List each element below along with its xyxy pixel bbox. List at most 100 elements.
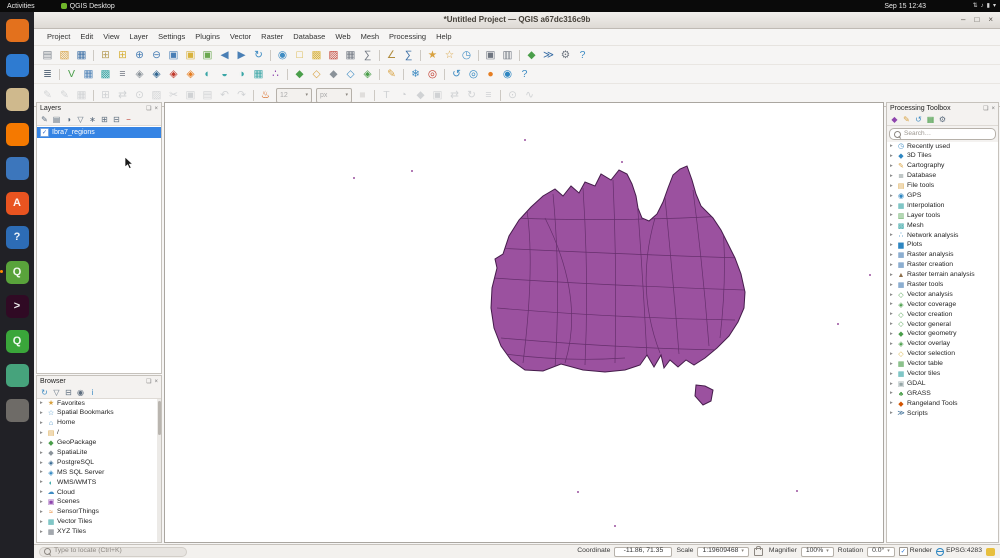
expander-icon[interactable]: ▸ bbox=[890, 263, 895, 269]
toolbox-group-vector-overlay[interactable]: ▸◈Vector overlay bbox=[887, 340, 998, 350]
browser-scrollbar[interactable] bbox=[157, 399, 161, 542]
toolbox-group-recently-used[interactable]: ▸◷Recently used bbox=[887, 142, 998, 152]
minimize-button[interactable]: – bbox=[961, 16, 965, 24]
plugin-python-icon[interactable]: ◉ bbox=[499, 67, 516, 82]
toolbox-group-database[interactable]: ▸≣Database bbox=[887, 172, 998, 182]
focused-app-indicator[interactable]: QGIS Desktop bbox=[61, 3, 115, 10]
expander-icon[interactable]: ▸ bbox=[40, 530, 45, 536]
menu-raster[interactable]: Raster bbox=[256, 31, 288, 43]
expander-icon[interactable]: ▸ bbox=[890, 322, 895, 328]
expander-icon[interactable]: ▸ bbox=[890, 352, 895, 358]
magnifier-spinbox[interactable]: 100% ▾ bbox=[801, 547, 834, 557]
expander-icon[interactable]: ▸ bbox=[890, 194, 895, 200]
close-panel-icon[interactable]: × bbox=[154, 106, 158, 112]
new-shapefile-layer-icon[interactable]: ◇ bbox=[308, 67, 325, 82]
close-panel-icon[interactable]: × bbox=[154, 379, 158, 385]
toolbox-group-raster-creation[interactable]: ▸▦Raster creation bbox=[887, 261, 998, 271]
toolbox-group-mesh[interactable]: ▸▩Mesh bbox=[887, 221, 998, 231]
deselect-features-icon[interactable]: ▨ bbox=[325, 48, 342, 63]
font-unit-combo[interactable]: px▾ bbox=[316, 88, 352, 103]
toolbox-group-scripts[interactable]: ▸≫Scripts bbox=[887, 409, 998, 419]
toolbox-group-3d-tiles[interactable]: ▸◆3D Tiles bbox=[887, 152, 998, 162]
browser-info-icon[interactable]: i bbox=[87, 388, 98, 398]
toolbox-group-cartography[interactable]: ▸✎Cartography bbox=[887, 162, 998, 172]
toolbox-group-network-analysis[interactable]: ▸∴Network analysis bbox=[887, 231, 998, 241]
toolbox-group-vector-tiles[interactable]: ▸▦Vector tiles bbox=[887, 369, 998, 379]
plugin-manager-icon[interactable]: ◆ bbox=[523, 48, 540, 63]
project-new-icon[interactable]: ▤ bbox=[39, 48, 56, 63]
tracing-toggle-icon[interactable]: ∿ bbox=[521, 88, 538, 103]
settings-icon[interactable] bbox=[6, 399, 29, 422]
save-edits-icon[interactable]: ▦ bbox=[73, 88, 90, 103]
help-contents-icon[interactable]: ? bbox=[574, 48, 591, 63]
browser-item-item[interactable]: ▸▤/ bbox=[37, 429, 161, 439]
toolbox-options-icon[interactable]: ⚙ bbox=[937, 115, 948, 125]
lock-scale-icon[interactable] bbox=[754, 548, 763, 556]
expander-icon[interactable]: ▸ bbox=[890, 144, 895, 150]
toggle-editing-icon[interactable]: ✎ bbox=[56, 88, 73, 103]
collapse-all-icon[interactable]: ⊟ bbox=[111, 115, 122, 125]
crs-indicator[interactable]: EPSG:4283 bbox=[936, 548, 982, 556]
project-open-icon[interactable]: ▧ bbox=[56, 48, 73, 63]
toolbox-results-viewer-icon[interactable]: ▦ bbox=[925, 115, 936, 125]
expander-icon[interactable]: ▸ bbox=[40, 431, 45, 437]
expander-icon[interactable]: ▸ bbox=[890, 223, 895, 229]
undock-panel-icon[interactable]: ❏ bbox=[146, 106, 151, 112]
toolbox-search-input[interactable]: Search… bbox=[889, 128, 996, 140]
menu-vector[interactable]: Vector bbox=[225, 31, 256, 43]
expander-icon[interactable]: ▸ bbox=[890, 362, 895, 368]
expander-icon[interactable]: ▸ bbox=[890, 312, 895, 318]
menu-settings[interactable]: Settings bbox=[153, 31, 190, 43]
expander-icon[interactable]: ▸ bbox=[890, 253, 895, 259]
activities-button[interactable]: Activities bbox=[7, 3, 35, 10]
close-panel-icon[interactable]: × bbox=[991, 106, 995, 112]
ubuntu-software-icon[interactable]: A bbox=[6, 192, 29, 215]
expander-icon[interactable]: ▸ bbox=[890, 293, 895, 299]
data-source-manager-icon[interactable]: ≣ bbox=[39, 67, 56, 82]
field-calculator-icon[interactable]: ∑ bbox=[359, 48, 376, 63]
browser-properties-icon[interactable]: ◉ bbox=[75, 388, 86, 398]
map-canvas[interactable] bbox=[164, 102, 884, 543]
expand-all-icon[interactable]: ⊞ bbox=[99, 115, 110, 125]
add-group-icon[interactable]: ▤ bbox=[51, 115, 62, 125]
toolbox-group-grass[interactable]: ▸♣GRASS bbox=[887, 389, 998, 399]
copy-features-icon[interactable]: ▣ bbox=[182, 88, 199, 103]
browser-item-home[interactable]: ▸⌂Home bbox=[37, 419, 161, 429]
pin-labels-icon[interactable]: ◆ bbox=[412, 88, 429, 103]
processing-history-icon[interactable]: ↺ bbox=[448, 67, 465, 82]
expander-icon[interactable]: ▸ bbox=[890, 342, 895, 348]
temporal-controller-icon[interactable]: ◷ bbox=[458, 48, 475, 63]
new-bookmark-icon[interactable]: ★ bbox=[424, 48, 441, 63]
zoom-in-icon[interactable]: ⊕ bbox=[131, 48, 148, 63]
browser-item-scenes[interactable]: ▸▣Scenes bbox=[37, 498, 161, 508]
expander-icon[interactable]: ▸ bbox=[40, 461, 45, 467]
layer-labeling-icon[interactable]: T bbox=[378, 88, 395, 103]
expander-icon[interactable]: ▸ bbox=[890, 184, 895, 190]
browser-item-postgresql[interactable]: ▸◈PostgreSQL bbox=[37, 458, 161, 468]
close-button[interactable]: × bbox=[988, 16, 993, 24]
identify-features-icon[interactable]: ◉ bbox=[274, 48, 291, 63]
expander-icon[interactable]: ▸ bbox=[890, 391, 895, 397]
style-manager-icon[interactable]: ✎ bbox=[383, 67, 400, 82]
expander-icon[interactable]: ▸ bbox=[40, 500, 45, 506]
python-console-icon[interactable]: ≫ bbox=[540, 48, 557, 63]
browser-refresh-icon[interactable]: ↻ bbox=[39, 388, 50, 398]
locate-search-field[interactable]: Type to locate (Ctrl+K) bbox=[39, 547, 187, 557]
vertex-tool-icon[interactable]: ⊙ bbox=[131, 88, 148, 103]
menu-layer[interactable]: Layer bbox=[124, 31, 153, 43]
expander-icon[interactable]: ▸ bbox=[890, 164, 895, 170]
cut-features-icon[interactable]: ✂ bbox=[165, 88, 182, 103]
toolbox-group-vector-general[interactable]: ▸◇Vector general bbox=[887, 320, 998, 330]
add-wms-layer-icon[interactable]: ◐ bbox=[199, 67, 216, 82]
menu-processing[interactable]: Processing bbox=[384, 31, 431, 43]
toolbox-group-raster-analysis[interactable]: ▸▦Raster analysis bbox=[887, 251, 998, 261]
attribute-table-icon[interactable]: ▦ bbox=[342, 48, 359, 63]
render-checkbox[interactable]: ✓ Render bbox=[899, 547, 932, 556]
new-geopackage-layer-icon[interactable]: ◆ bbox=[291, 67, 308, 82]
pan-map-icon[interactable]: ⊞ bbox=[97, 48, 114, 63]
new-virtual-layer-icon[interactable]: ◈ bbox=[359, 67, 376, 82]
toolbox-group-vector-selection[interactable]: ▸◇Vector selection bbox=[887, 350, 998, 360]
metasearch-icon[interactable]: ◎ bbox=[465, 67, 482, 82]
processing-gear-icon[interactable]: ⚙ bbox=[557, 48, 574, 63]
browser-item-geopackage[interactable]: ▸◆GeoPackage bbox=[37, 439, 161, 449]
